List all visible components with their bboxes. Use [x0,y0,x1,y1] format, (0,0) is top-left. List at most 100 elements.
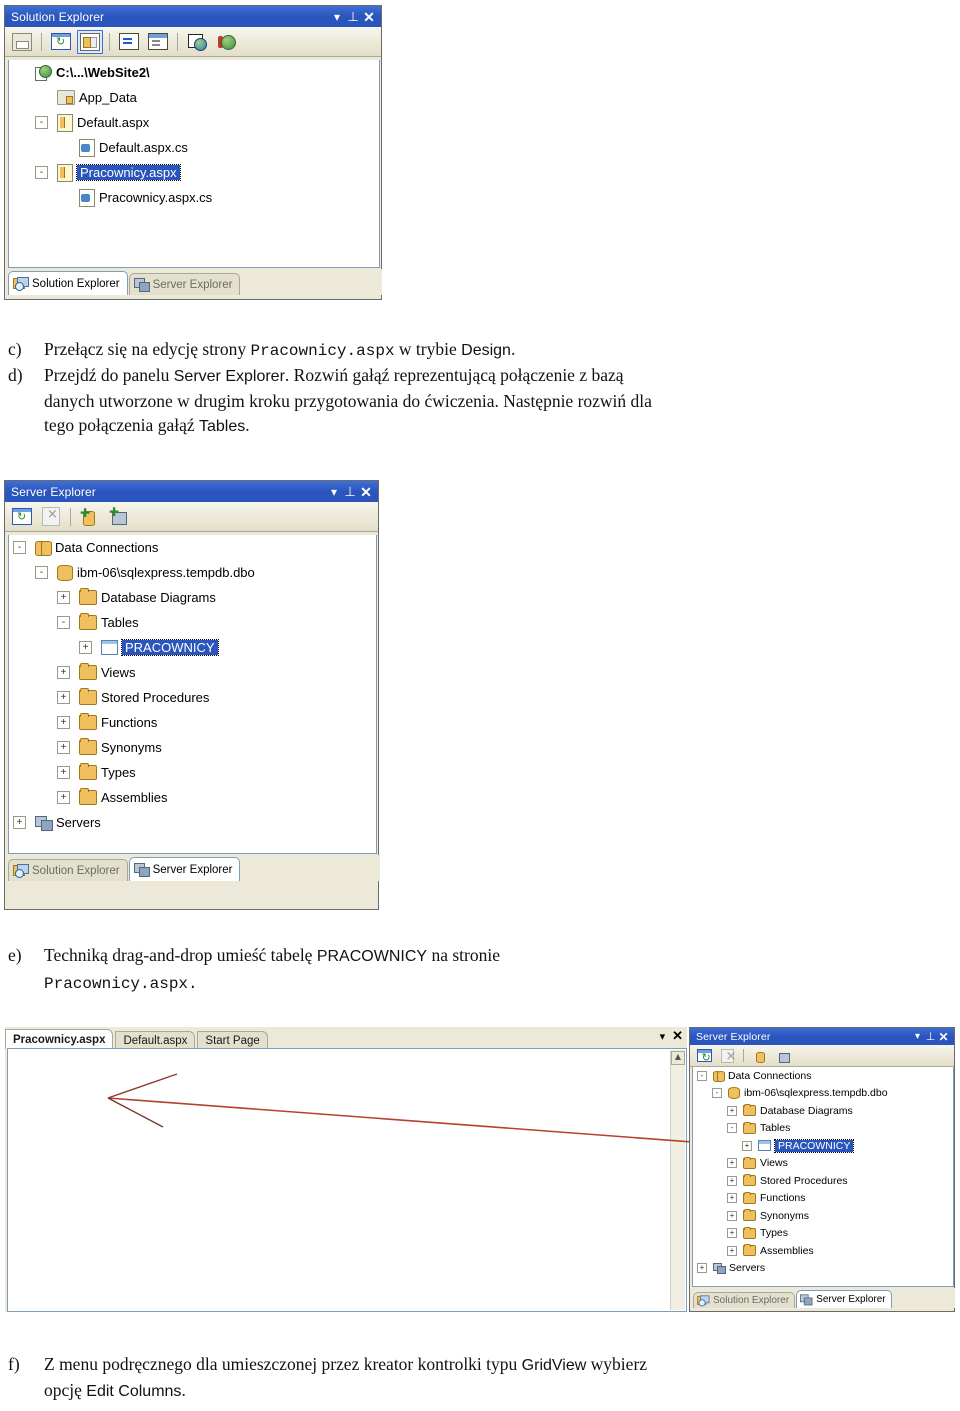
close-icon[interactable]: ✕ [358,485,374,499]
editor-tab-strip[interactable]: Pracownicy.aspx Default.aspx Start Page [5,1027,687,1049]
editor-tab-start-page[interactable]: Start Page [197,1031,268,1049]
close-icon[interactable]: ✕ [672,1028,683,1044]
design-surface[interactable]: ▲ [7,1048,687,1312]
tree-item[interactable]: + Stored Procedures [9,685,376,710]
close-icon[interactable]: ✕ [361,10,377,24]
tree-item[interactable]: + Assemblies [693,1242,953,1260]
chevron-down-icon[interactable]: ▾ [660,1030,666,1043]
tree-item[interactable]: + Synonyms [9,735,376,760]
panel-tab-server-explorer[interactable]: Server Explorer [128,273,241,295]
expand-toggle-icon[interactable]: + [697,1263,707,1274]
tree-item[interactable]: C:\...\WebSite2\ [9,60,379,85]
view-code-button[interactable] [116,30,142,54]
tree-item[interactable]: + Synonyms [693,1207,953,1225]
expand-toggle-icon[interactable]: + [57,741,70,754]
tree-item[interactable]: + Functions [693,1190,953,1208]
tree-item[interactable]: - Pracownicy.aspx [9,160,379,185]
expand-toggle-icon[interactable]: + [727,1105,737,1116]
tree-item[interactable]: - Default.aspx [9,110,379,135]
pin-icon[interactable]: ⊥ [342,485,358,498]
solution-explorer-tab-strip[interactable]: Solution Explorer Server Explorer [6,269,382,295]
expand-toggle-icon[interactable]: + [727,1228,737,1239]
pin-icon[interactable]: ⊥ [924,1031,937,1043]
collapse-toggle-icon[interactable]: - [727,1123,737,1134]
tree-item[interactable]: + PRACOWNICY [693,1137,953,1155]
tree-item[interactable]: + Views [693,1155,953,1173]
add-server-button[interactable]: ✚ [106,505,132,529]
chevron-down-icon[interactable]: ▾ [326,486,342,498]
panel-tab-server-explorer[interactable]: Server Explorer [796,1290,892,1308]
tree-item[interactable]: + Functions [9,710,376,735]
tree-item[interactable]: Default.aspx.cs [9,135,379,160]
expand-toggle-icon[interactable]: + [57,666,70,679]
panel-tab-server-explorer[interactable]: Server Explorer [128,857,241,881]
view-designer-button[interactable] [145,30,171,54]
tree-item[interactable]: + Views [9,660,376,685]
tree-item[interactable]: Pracownicy.aspx.cs [9,185,379,210]
expand-toggle-icon[interactable]: + [79,641,92,654]
tree-item[interactable]: - Tables [693,1120,953,1138]
delete-button[interactable] [717,1047,737,1065]
expand-toggle-icon[interactable]: + [57,766,70,779]
connect-to-database-button[interactable]: ✚ [77,505,103,529]
collapse-toggle-icon[interactable]: - [13,541,26,554]
server-explorer-tab-strip[interactable]: Solution Explorer Server Explorer [691,1288,955,1308]
delete-button[interactable] [38,505,64,529]
chevron-down-icon[interactable]: ▾ [911,1031,924,1043]
tree-item[interactable]: + Assemblies [9,785,376,810]
collapse-toggle-icon[interactable]: - [57,616,70,629]
tree-item[interactable]: + Database Diagrams [9,585,376,610]
asp-configuration-button[interactable] [213,30,239,54]
copy-website-button[interactable] [184,30,210,54]
expand-toggle-icon[interactable]: + [727,1245,737,1256]
tree-item[interactable]: - ibm-06\sqlexpress.tempdb.dbo [9,560,376,585]
chevron-down-icon[interactable]: ▾ [329,11,345,23]
tree-item[interactable]: + Servers [9,810,376,835]
panel-tab-solution-explorer[interactable]: Solution Explorer [8,271,128,295]
add-server-button[interactable] [773,1047,793,1065]
tree-item[interactable]: + Stored Procedures [693,1172,953,1190]
expand-toggle-icon[interactable]: + [13,816,26,829]
refresh-button[interactable] [694,1047,714,1065]
expand-toggle-icon[interactable]: + [727,1158,737,1169]
close-icon[interactable]: ✕ [937,1031,950,1043]
editor-tab-default-aspx[interactable]: Default.aspx [115,1031,196,1049]
collapse-toggle-icon[interactable]: - [35,116,48,129]
expand-toggle-icon[interactable]: + [57,691,70,704]
expand-toggle-icon[interactable]: + [727,1193,737,1204]
tree-item[interactable]: - Data Connections [9,535,376,560]
solution-explorer-tree[interactable]: C:\...\WebSite2\ App_Data - Default.aspx Def… [8,60,380,268]
expand-toggle-icon[interactable]: + [727,1175,737,1186]
tree-item[interactable]: + Types [9,760,376,785]
server-explorer-tree[interactable]: - Data Connections - ibm-06\sqlexpress.temp… [8,535,377,854]
nest-related-files-button[interactable] [77,29,103,54]
properties-button[interactable] [9,30,35,54]
tree-item[interactable]: - Tables [9,610,376,635]
collapse-toggle-icon[interactable]: - [35,566,48,579]
tree-item[interactable]: App_Data [9,85,379,110]
scroll-up-button[interactable]: ▲ [671,1051,685,1065]
tree-item[interactable]: - ibm-06\sqlexpress.tempdb.dbo [693,1085,953,1103]
collapse-toggle-icon[interactable]: - [712,1088,722,1099]
expand-toggle-icon[interactable]: + [57,716,70,729]
server-explorer-tree[interactable]: - Data Connections - ibm-06\sqlexpress.temp… [692,1067,954,1287]
collapse-toggle-icon[interactable]: - [697,1070,707,1081]
tree-item[interactable]: + Database Diagrams [693,1102,953,1120]
expand-toggle-icon[interactable]: + [727,1210,737,1221]
tree-item[interactable]: + PRACOWNICY [9,635,376,660]
vertical-scrollbar[interactable]: ▲ [670,1050,685,1310]
panel-tab-solution-explorer[interactable]: Solution Explorer [693,1292,796,1308]
refresh-button[interactable] [48,30,74,54]
pin-icon[interactable]: ⊥ [345,10,361,23]
expand-toggle-icon[interactable]: + [742,1140,752,1151]
connect-to-database-button[interactable] [750,1047,770,1065]
editor-tab-pracownicy-aspx[interactable]: Pracownicy.aspx [5,1029,114,1049]
expand-toggle-icon[interactable]: + [57,591,70,604]
tree-item[interactable]: - Data Connections [693,1067,953,1085]
refresh-button[interactable] [9,505,35,529]
collapse-toggle-icon[interactable]: - [35,166,48,179]
panel-tab-solution-explorer[interactable]: Solution Explorer [8,859,128,881]
server-explorer-tab-strip[interactable]: Solution Explorer Server Explorer [6,855,380,881]
expand-toggle-icon[interactable]: + [57,791,70,804]
tree-item[interactable]: + Types [693,1225,953,1243]
